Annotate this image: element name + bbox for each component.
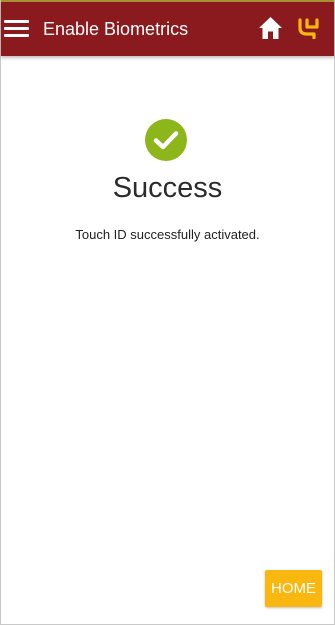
home-button[interactable]: HOME [265,570,322,607]
brand-logo [297,17,321,40]
app-bar: Enable Biometrics [1,0,334,56]
success-message: Touch ID successfully activated. [75,227,260,242]
success-heading: Success [112,172,223,204]
app-screen: Enable Biometrics Success Touch ID succe… [0,0,335,625]
hamburger-menu-icon[interactable] [4,18,30,40]
page-title: Enable Biometrics [43,19,189,39]
check-circle-icon [144,118,188,162]
app-bar-accent-line [1,0,334,2]
home-icon[interactable] [257,15,284,41]
